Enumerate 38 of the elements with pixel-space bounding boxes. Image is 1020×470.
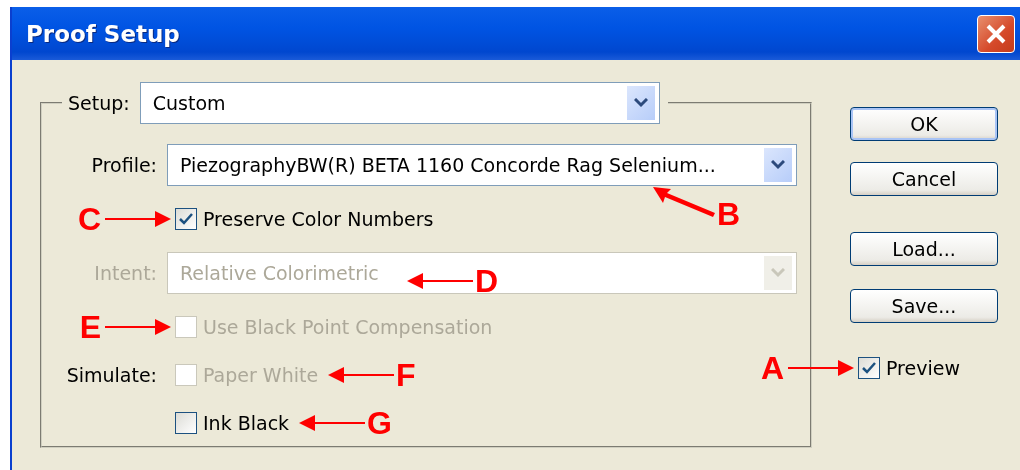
callout-letter: C bbox=[77, 203, 101, 235]
close-button[interactable] bbox=[977, 14, 1015, 53]
checkbox-label[interactable]: Preview bbox=[886, 357, 960, 379]
window-title: Proof Setup bbox=[26, 20, 180, 47]
profile-dropdown[interactable]: PiezographyBW(R) BETA 1160 Concorde Rag Selenium... bbox=[167, 144, 797, 186]
callout-letter: E bbox=[79, 311, 101, 343]
dialog-button[interactable]: Load... bbox=[850, 232, 998, 266]
callout-letter: A bbox=[760, 352, 784, 384]
checkbox[interactable] bbox=[175, 208, 197, 230]
check-icon bbox=[179, 213, 193, 225]
simulate-label: Simulate: bbox=[66, 364, 157, 386]
callout-letter: D bbox=[475, 265, 499, 297]
chevron-down-icon bbox=[771, 268, 785, 278]
callout-arrow bbox=[788, 360, 854, 376]
checkbox-label[interactable]: Ink Black bbox=[203, 412, 290, 434]
setup-label: Setup: bbox=[68, 92, 130, 114]
chevron-down-icon bbox=[633, 98, 648, 108]
callout-arrow bbox=[653, 187, 715, 217]
callout-letter: B bbox=[717, 196, 741, 232]
callout-arrow bbox=[407, 273, 473, 289]
checkbox[interactable] bbox=[175, 412, 197, 434]
dialog-button[interactable]: OK bbox=[850, 107, 998, 141]
check-icon bbox=[862, 362, 876, 374]
checkbox[interactable] bbox=[858, 357, 880, 379]
callout-arrow bbox=[105, 211, 171, 227]
checkbox-label[interactable]: Preserve Color Numbers bbox=[203, 208, 434, 230]
dialog-button[interactable]: Cancel bbox=[850, 162, 998, 196]
setup-dropdown[interactable]: Custom bbox=[139, 82, 660, 124]
close-icon bbox=[985, 22, 1007, 45]
dialog-button[interactable]: Save... bbox=[850, 289, 998, 323]
callout-arrow bbox=[328, 367, 395, 383]
callout-letter: F bbox=[396, 359, 416, 391]
chevron-down-icon bbox=[771, 160, 785, 170]
intent-label: Intent: bbox=[94, 262, 157, 284]
callout-arrow bbox=[299, 415, 366, 431]
profile-label: Profile: bbox=[91, 154, 157, 176]
callout-letter: G bbox=[367, 407, 392, 439]
callout-arrow bbox=[105, 319, 171, 335]
